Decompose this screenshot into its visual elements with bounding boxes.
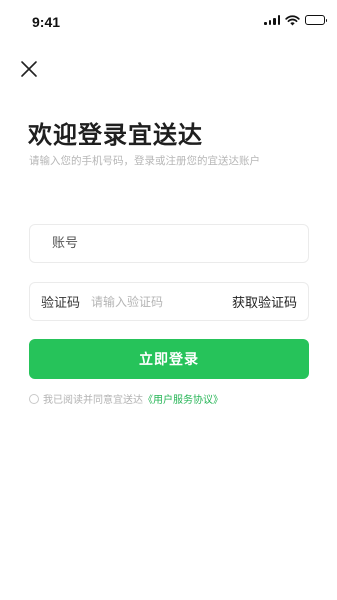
page-title: 欢迎登录宜送达	[28, 121, 203, 149]
user-agreement-link[interactable]: 《用户服务协议》	[143, 391, 223, 406]
get-code-button[interactable]: 获取验证码	[232, 292, 308, 311]
account-input[interactable]	[30, 225, 308, 262]
code-label: 验证码	[41, 296, 81, 311]
status-icons	[264, 14, 327, 26]
status-bar: 9:41	[0, 0, 337, 44]
page-subtitle: 请输入您的手机号码，登录或注册您的宜送达账户	[29, 155, 260, 167]
agreement-row: 我已阅读并同意宜送达 《用户服务协议》	[29, 391, 223, 406]
signal-icon	[264, 15, 280, 25]
close-button[interactable]	[18, 58, 40, 80]
verification-code-field: 验证码 获取验证码	[29, 282, 309, 321]
battery-icon	[305, 15, 327, 25]
close-icon	[21, 61, 37, 77]
wifi-icon	[285, 14, 300, 25]
account-field	[29, 224, 309, 263]
agreement-text: 我已阅读并同意宜送达	[43, 395, 143, 406]
login-button[interactable]: 立即登录	[29, 339, 309, 379]
status-time: 9:41	[32, 14, 61, 30]
agreement-checkbox[interactable]	[29, 393, 39, 404]
verification-code-input[interactable]	[80, 283, 232, 320]
